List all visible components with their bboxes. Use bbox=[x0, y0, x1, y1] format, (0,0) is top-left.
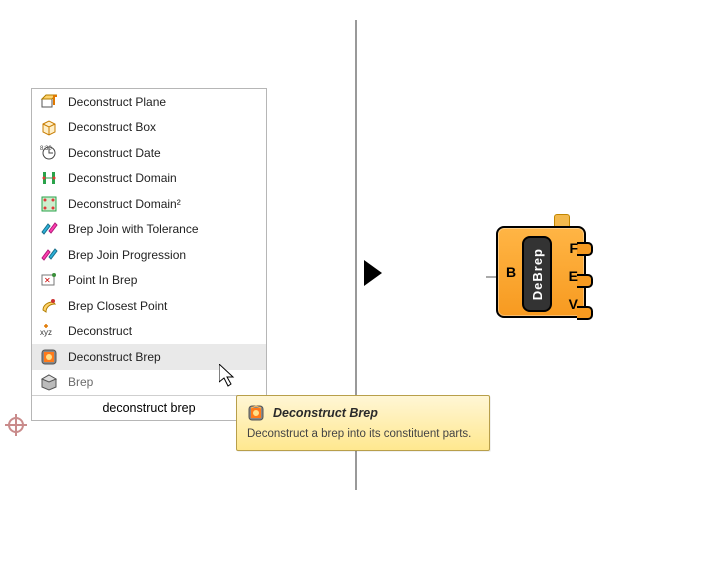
point-in-brep-icon: ✕ bbox=[40, 271, 58, 289]
component-output-labels: F E V bbox=[569, 240, 578, 312]
search-result-item[interactable]: Deconstruct Brep bbox=[32, 344, 266, 370]
deconstruct-box-icon bbox=[40, 118, 58, 136]
play-arrow-icon bbox=[364, 260, 382, 286]
output-port-e[interactable] bbox=[577, 274, 593, 288]
component-input-label: B bbox=[506, 264, 516, 280]
search-result-label: Deconstruct Plane bbox=[68, 95, 258, 109]
search-result-item[interactable]: Deconstruct Domain bbox=[32, 166, 266, 192]
output-label-e: E bbox=[569, 268, 578, 284]
search-bar bbox=[32, 395, 266, 420]
brep-join-prog-icon bbox=[40, 246, 58, 264]
output-port-f[interactable] bbox=[577, 242, 593, 256]
deconstruct-icon: xyz bbox=[40, 322, 58, 340]
search-results-list: Deconstruct Plane Deconstruct Box 8:30 Deco… bbox=[32, 89, 266, 395]
search-result-label: Brep bbox=[68, 375, 258, 389]
search-result-item[interactable]: Brep Join with Tolerance bbox=[32, 217, 266, 243]
tooltip: Deconstruct Brep Deconstruct a brep into… bbox=[236, 395, 490, 451]
deconstruct-date-icon: 8:30 bbox=[40, 144, 58, 162]
brep-closest-point-icon bbox=[40, 297, 58, 315]
svg-text:xyz: xyz bbox=[40, 328, 52, 337]
component-name-pill: DeBrep bbox=[522, 236, 552, 312]
search-result-item[interactable]: Brep Closest Point bbox=[32, 293, 266, 319]
component-name-label: DeBrep bbox=[530, 248, 545, 300]
search-result-label: Deconstruct Domain² bbox=[68, 197, 258, 211]
search-result-item[interactable]: ✕ Point In Brep bbox=[32, 268, 266, 294]
component-search-popup: Deconstruct Plane Deconstruct Box 8:30 Deco… bbox=[31, 88, 267, 421]
search-result-item[interactable]: Brep bbox=[32, 370, 266, 396]
search-result-label: Deconstruct Brep bbox=[68, 350, 258, 364]
search-result-label: Brep Closest Point bbox=[68, 299, 258, 313]
deconstruct-brep-icon bbox=[40, 348, 58, 366]
deconstruct-domain2-icon bbox=[40, 195, 58, 213]
output-label-f: F bbox=[569, 240, 578, 256]
deconstruct-brep-icon bbox=[247, 404, 265, 422]
component-output-ports bbox=[577, 242, 593, 320]
output-label-v: V bbox=[569, 296, 578, 312]
search-result-label: Deconstruct bbox=[68, 324, 258, 338]
search-result-label: Brep Join Progression bbox=[68, 248, 258, 262]
tooltip-title: Deconstruct Brep bbox=[273, 406, 378, 420]
search-result-item[interactable]: 8:30 Deconstruct Date bbox=[32, 140, 266, 166]
canvas-origin-marker bbox=[5, 414, 27, 436]
search-result-label: Point In Brep bbox=[68, 273, 258, 287]
search-result-item[interactable]: Deconstruct Plane bbox=[32, 89, 266, 115]
svg-text:✕: ✕ bbox=[44, 276, 51, 285]
search-result-label: Deconstruct Box bbox=[68, 120, 258, 134]
search-result-item[interactable]: Deconstruct Domain² bbox=[32, 191, 266, 217]
search-result-label: Deconstruct Domain bbox=[68, 171, 258, 185]
search-result-item[interactable]: Deconstruct Box bbox=[32, 115, 266, 141]
svg-text:8:30: 8:30 bbox=[40, 146, 52, 152]
grasshopper-component[interactable]: B F E V DeBrep bbox=[496, 226, 586, 318]
search-result-label: Deconstruct Date bbox=[68, 146, 258, 160]
tooltip-description: Deconstruct a brep into its constituent … bbox=[247, 428, 477, 440]
deconstruct-domain-icon bbox=[40, 169, 58, 187]
component-body[interactable]: B F E V DeBrep bbox=[496, 226, 586, 318]
search-result-item[interactable]: xyz Deconstruct bbox=[32, 319, 266, 345]
output-port-v[interactable] bbox=[577, 306, 593, 320]
search-input[interactable] bbox=[40, 400, 258, 416]
brep-join-tol-icon bbox=[40, 220, 58, 238]
deconstruct-plane-icon bbox=[40, 93, 58, 111]
search-result-label: Brep Join with Tolerance bbox=[68, 222, 258, 236]
search-result-item[interactable]: Brep Join Progression bbox=[32, 242, 266, 268]
brep-icon bbox=[40, 373, 58, 391]
